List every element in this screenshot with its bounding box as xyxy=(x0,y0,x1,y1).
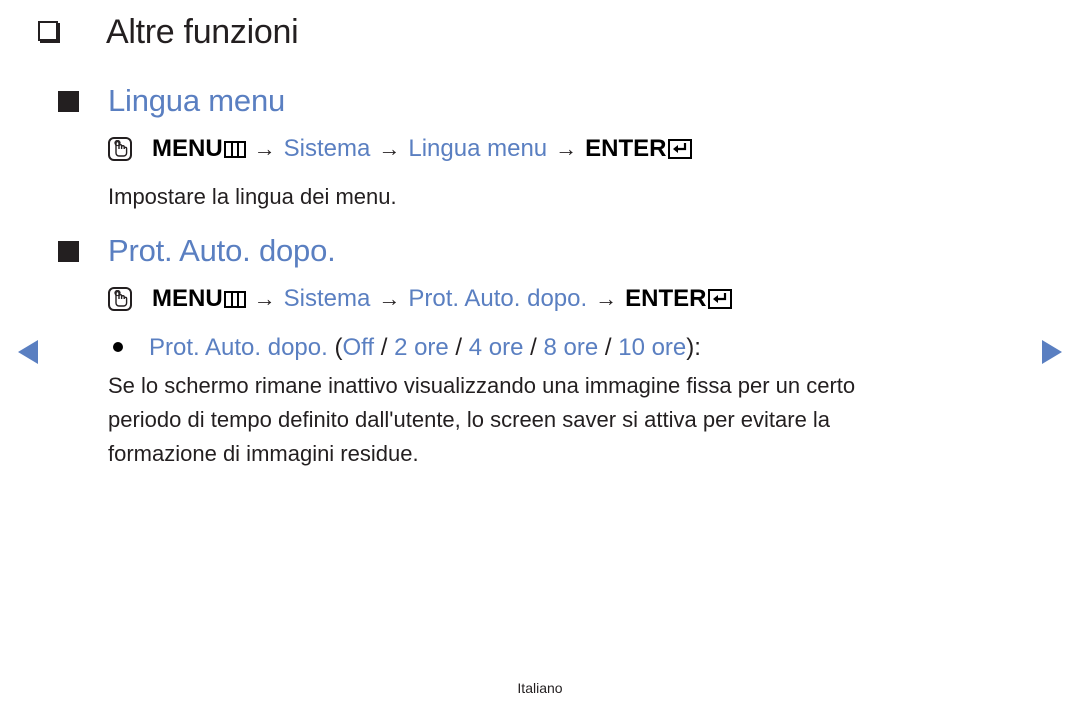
bullet-icon xyxy=(113,341,123,352)
option-separator: / xyxy=(523,334,544,361)
arrow-icon: → xyxy=(595,286,618,311)
path-sistema: Sistema xyxy=(283,285,371,312)
option-separator: / xyxy=(598,334,619,361)
arrow-icon: → xyxy=(253,136,276,161)
path-sistema: Sistema xyxy=(283,135,371,162)
arrow-icon: → xyxy=(378,136,401,161)
section-heading-lingua-menu: Lingua menu xyxy=(108,83,286,118)
menu-path-lingua: MENU → Sistema → Lingua menu → ENTER xyxy=(108,133,692,165)
option-value: Off xyxy=(342,334,375,361)
section-description: Impostare la lingua dei menu. xyxy=(108,184,397,209)
section-heading-prot-auto: Prot. Auto. dopo. xyxy=(108,233,336,268)
remote-hand-icon xyxy=(108,287,132,311)
section-description-line: periodo di tempo definito dall'utente, l… xyxy=(108,407,831,432)
section-square-icon xyxy=(58,91,79,112)
remote-hand-icon xyxy=(108,137,132,161)
page-title: Altre funzioni xyxy=(106,13,299,51)
menu-grid-icon xyxy=(223,140,246,158)
option-list: Prot. Auto. dopo. (Off / 2 ore / 4 ore /… xyxy=(113,332,701,364)
menu-label: MENU xyxy=(152,285,223,312)
section-description-line: formazione di immagini residue. xyxy=(108,441,419,466)
paren-close: ): xyxy=(686,334,701,361)
arrow-icon: → xyxy=(378,286,401,311)
arrow-icon: → xyxy=(253,286,276,311)
section-square-icon xyxy=(58,241,79,262)
enter-label: ENTER xyxy=(625,285,707,312)
option-value: 2 ore xyxy=(394,334,449,361)
menu-path-prot-auto: MENU → Sistema → Prot. Auto. dopo. → ENT… xyxy=(108,283,732,315)
menu-grid-icon xyxy=(223,290,246,308)
option-value: 4 ore xyxy=(468,334,524,361)
triangle-left-icon[interactable] xyxy=(18,340,38,364)
option-name: Prot. Auto. dopo. xyxy=(149,334,328,361)
triangle-right-icon[interactable] xyxy=(1042,340,1062,364)
enter-icon xyxy=(667,139,692,159)
path-item: Prot. Auto. dopo. xyxy=(408,285,588,312)
option-separator: / xyxy=(374,334,395,361)
option-value: 10 ore xyxy=(618,334,687,361)
option-separator: / xyxy=(448,334,469,361)
checkbox-icon xyxy=(38,21,58,41)
option-value: 8 ore xyxy=(543,334,599,361)
path-item: Lingua menu xyxy=(408,135,548,162)
enter-label: ENTER xyxy=(585,135,667,162)
section-description-line: Se lo schermo rimane inattivo visualizza… xyxy=(108,373,856,398)
arrow-icon: → xyxy=(555,136,578,161)
footer-language: Italiano xyxy=(517,680,563,696)
enter-icon xyxy=(707,289,732,309)
menu-label: MENU xyxy=(152,135,223,162)
